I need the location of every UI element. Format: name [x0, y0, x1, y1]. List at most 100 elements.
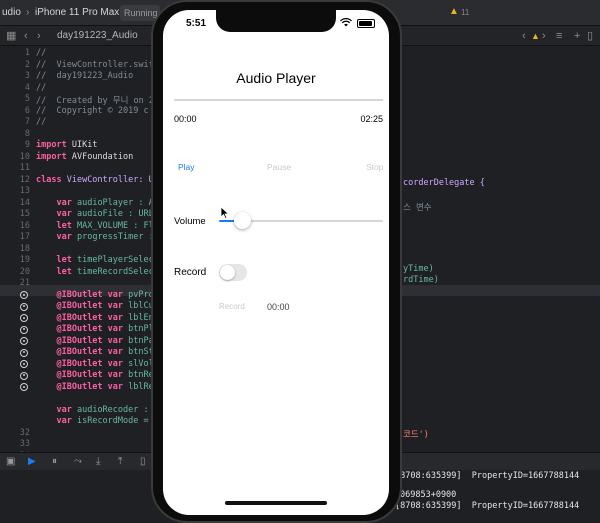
- mouse-pointer-icon: [220, 206, 230, 220]
- pause-button[interactable]: Pause: [267, 162, 291, 172]
- outlet-connection-icon[interactable]: [20, 325, 28, 334]
- adjust-editor-icon[interactable]: ≡: [556, 29, 562, 43]
- code-line: // ViewController.swif: [36, 59, 154, 70]
- pause-icon[interactable]: ⏸: [52, 456, 57, 467]
- status-time: 5:51: [186, 18, 207, 29]
- code-line: // Created by 무니 on 2: [36, 96, 154, 106]
- warning-count: 11: [461, 8, 470, 17]
- status-icons: [340, 17, 375, 29]
- stop-button[interactable]: Stop: [366, 162, 384, 172]
- record-button[interactable]: Record: [219, 302, 245, 311]
- code-fragment: rdTime): [403, 275, 439, 285]
- code-line: @IBOutlet var lblEn: [56, 312, 154, 323]
- line-number: 33: [19, 439, 30, 449]
- switch-knob: [220, 265, 235, 280]
- line-number: 14: [19, 197, 30, 208]
- code-line: import AVFoundation: [36, 151, 134, 162]
- code-fragment: corderDelegate {: [403, 178, 485, 188]
- chevron-right-icon[interactable]: ›: [542, 29, 546, 43]
- code-fragment: 스 변수: [403, 203, 432, 213]
- outlet-connection-icon[interactable]: [20, 291, 28, 299]
- code-line: var audioFile : URL: [56, 209, 154, 219]
- view-hierarchy-icon[interactable]: ▯: [140, 456, 146, 467]
- line-number: 12: [19, 174, 30, 185]
- line-number: 6: [24, 105, 30, 116]
- volume-slider-thumb[interactable]: [234, 212, 251, 229]
- page-title: Audio Player: [236, 70, 316, 86]
- line-number: 2: [24, 59, 30, 70]
- line-number: 1: [24, 48, 30, 58]
- line-number: 3: [24, 71, 30, 81]
- code-fragment: 코드'): [403, 430, 429, 440]
- line-number: 8: [24, 128, 30, 139]
- hide-debug-icon[interactable]: ▣: [6, 456, 15, 467]
- console-line: [8708:635399] PropertyID=1667788144: [395, 471, 580, 481]
- step-in-icon[interactable]: ⤓: [96, 456, 100, 467]
- outlet-connection-icon[interactable]: [20, 348, 28, 357]
- device-selector[interactable]: iPhone 11 Pro Max: [35, 7, 119, 18]
- record-time-label: 00:00: [267, 302, 290, 312]
- back-arrow-icon[interactable]: ‹: [24, 29, 28, 43]
- line-number: 17: [19, 232, 30, 242]
- code-line: //: [36, 82, 47, 93]
- outlet-connection-icon[interactable]: [20, 371, 28, 380]
- outlet-connection-icon[interactable]: [20, 337, 28, 345]
- code-line: import UIKit: [36, 140, 98, 150]
- play-button[interactable]: Play: [178, 162, 195, 172]
- console-line: [8708:635399] PropertyID=1667788144: [395, 501, 580, 511]
- outlet-connection-icon[interactable]: [20, 383, 28, 391]
- chevron-right-icon: ›: [26, 7, 30, 18]
- breakpoints-icon[interactable]: ▶: [28, 456, 36, 467]
- line-number: 9: [24, 140, 30, 150]
- code-line: // Copyright © 2019 c: [36, 105, 149, 116]
- warning-icon[interactable]: ▲: [449, 6, 459, 17]
- code-line: class ViewController: U: [36, 174, 154, 185]
- code-line: @IBOutlet var btnRe: [56, 370, 154, 380]
- home-indicator: [225, 501, 327, 505]
- code-line: //: [36, 48, 47, 58]
- code-line: // day191223_Audio: [36, 71, 134, 81]
- breadcrumb[interactable]: day191223_Audio: [57, 30, 138, 41]
- chevron-left-icon[interactable]: ‹: [522, 29, 526, 43]
- code-line: @IBOutlet var btnPa: [56, 335, 154, 346]
- battery-icon: [357, 19, 375, 28]
- code-line: var progressTimer :: [56, 232, 154, 242]
- line-number: 5: [24, 94, 30, 104]
- step-out-icon[interactable]: ⤒: [118, 456, 122, 467]
- grid-icon[interactable]: ▦: [6, 29, 16, 43]
- current-time-label: 00:00: [174, 114, 197, 124]
- line-number: 15: [19, 209, 30, 219]
- code-line: var audioRecoder :: [56, 404, 149, 415]
- code-line: @IBOutlet var slVol: [56, 358, 154, 369]
- code-line: @IBOutlet var btnPl: [56, 324, 154, 334]
- step-over-icon[interactable]: ⤳: [74, 456, 82, 467]
- code-line: //: [36, 117, 47, 127]
- end-time-label: 02:25: [360, 114, 383, 124]
- record-mode-switch[interactable]: [219, 264, 247, 281]
- line-number: 13: [19, 186, 30, 196]
- add-editor-icon[interactable]: +: [574, 29, 580, 43]
- code-line: @IBOutlet var lblCu: [56, 301, 154, 311]
- scheme-target[interactable]: udio: [2, 7, 21, 18]
- code-line: let MAX_VOLUME : Fl: [56, 220, 154, 231]
- line-number: 19: [19, 255, 30, 265]
- line-number: 4: [24, 82, 30, 93]
- outlet-connection-icon[interactable]: [20, 314, 28, 322]
- split-editor-icon[interactable]: ▯: [587, 29, 593, 43]
- volume-label: Volume: [174, 216, 206, 227]
- notch: [216, 10, 336, 32]
- code-line: let timePlayerSelec: [56, 255, 154, 265]
- line-number: 32: [19, 427, 30, 438]
- code-fragment: yTime): [403, 264, 434, 274]
- outlet-connection-icon[interactable]: [20, 302, 28, 311]
- warning-icon[interactable]: ▲: [531, 29, 540, 43]
- simulator-screen: 5:51 Audio Player 00:00 02:25 Play Pause…: [163, 10, 389, 515]
- line-number: 11: [19, 163, 30, 173]
- line-number: 20: [19, 266, 30, 277]
- code-line: @IBOutlet var pvPro: [56, 289, 154, 300]
- code-line: let timeRecordSelec: [56, 266, 154, 277]
- outlet-connection-icon[interactable]: [20, 360, 28, 368]
- code-line: @IBOutlet var btnSt: [56, 347, 154, 357]
- record-label: Record: [174, 267, 207, 278]
- forward-arrow-icon[interactable]: ›: [37, 29, 41, 43]
